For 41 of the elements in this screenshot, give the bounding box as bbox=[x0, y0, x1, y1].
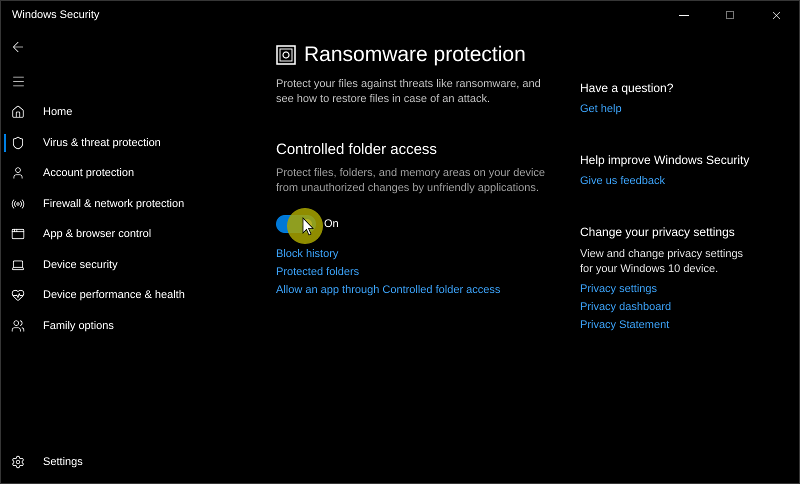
house-icon bbox=[11, 105, 25, 120]
settings-item[interactable]: Settings bbox=[1, 446, 261, 477]
page-title: Ransomware protection bbox=[304, 43, 526, 67]
people-icon bbox=[11, 318, 25, 333]
settings-icon bbox=[11, 454, 25, 469]
aside-description: View and change privacy settings for your Windows 10 device. bbox=[580, 247, 744, 277]
aside-heading: Have a question? bbox=[580, 81, 674, 95]
ransomware-icon bbox=[276, 45, 296, 65]
laptop-icon bbox=[11, 258, 25, 272]
page-description: Protect your files against threats like ransomware, and see how to restore files in case of an attack. bbox=[276, 77, 542, 107]
section-description: Protect files, folders, and memory areas on your device from unauthorized changes by unfriendly applications. bbox=[276, 166, 546, 196]
section-link[interactable]: Allow an app through Controlled folder access bbox=[276, 284, 550, 296]
sidebar-item[interactable]: Firewall & network protection bbox=[1, 188, 261, 219]
aside-link[interactable]: Give us feedback bbox=[580, 175, 799, 187]
sidebar-item[interactable]: Virus & threat protection bbox=[1, 128, 261, 158]
person-icon bbox=[11, 166, 25, 180]
window-title: Windows Security bbox=[12, 9, 100, 21]
cursor-icon bbox=[285, 206, 325, 246]
minimize-icon bbox=[679, 14, 689, 16]
section-link[interactable]: Protected folders bbox=[276, 266, 550, 278]
sidebar-item[interactable]: Home bbox=[1, 97, 261, 128]
menu-icon bbox=[10, 74, 26, 88]
maximize-icon bbox=[725, 10, 735, 20]
section-title: Controlled folder access bbox=[276, 141, 438, 158]
sidebar-item[interactable]: Family options bbox=[1, 310, 261, 341]
aside-link[interactable]: Privacy Statement bbox=[580, 319, 799, 331]
sidebar-item[interactable]: App & browser control bbox=[1, 219, 261, 250]
aside-link[interactable]: Privacy dashboard bbox=[580, 301, 799, 313]
aside-link[interactable]: Get help bbox=[580, 103, 799, 115]
sidebar-item[interactable]: Device performance & health bbox=[1, 280, 261, 310]
aside-heading: Help improve Windows Security bbox=[580, 153, 750, 167]
shield-icon bbox=[11, 136, 25, 150]
sidebar-item[interactable]: Device security bbox=[1, 250, 261, 280]
window-icon bbox=[11, 227, 25, 242]
toggle-label: On bbox=[324, 218, 339, 230]
section-link[interactable]: Block history bbox=[276, 248, 550, 260]
heart-pulse-icon bbox=[11, 288, 25, 302]
aside-link[interactable]: Privacy settings bbox=[580, 283, 799, 295]
aside-heading: Change your privacy settings bbox=[580, 225, 736, 239]
antenna-icon bbox=[11, 196, 25, 211]
sidebar-item[interactable]: Account protection bbox=[1, 158, 261, 188]
